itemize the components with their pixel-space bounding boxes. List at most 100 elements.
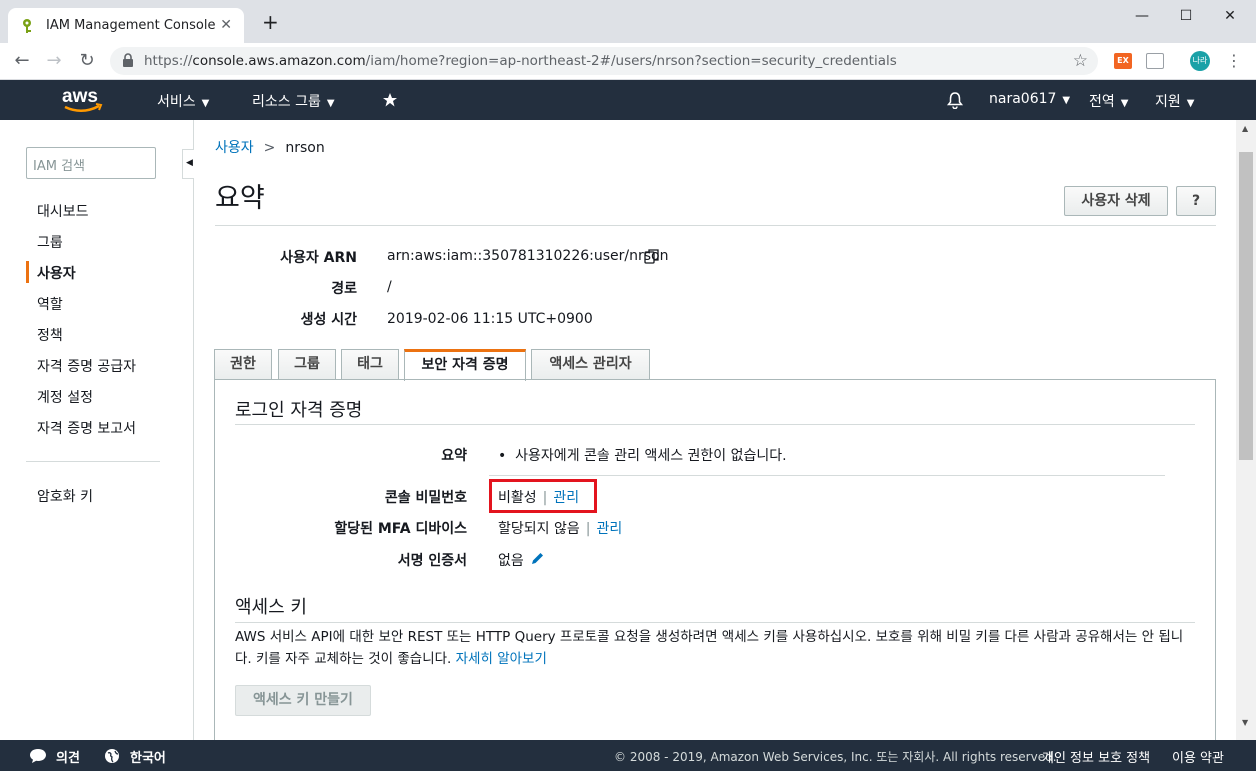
chevron-right-icon: > xyxy=(263,140,276,156)
sidebar-item-dashboard[interactable]: 대시보드 xyxy=(37,201,89,221)
tab-close-icon[interactable]: ✕ xyxy=(220,17,232,33)
tab-groups[interactable]: 그룹 xyxy=(278,349,336,380)
browser-tab[interactable]: IAM Management Console ✕ xyxy=(8,8,244,43)
page-title: 요약 xyxy=(215,183,265,214)
globe-icon xyxy=(105,749,119,763)
tab-access-advisor[interactable]: 액세스 관리자 xyxy=(531,349,650,380)
language-selector[interactable]: 한국어 xyxy=(130,747,166,766)
bookmark-star-icon[interactable]: ☆ xyxy=(1073,51,1088,71)
tab-permissions[interactable]: 권한 xyxy=(214,349,272,380)
sidebar-item-roles[interactable]: 역할 xyxy=(37,294,63,314)
sidebar-item-policies[interactable]: 정책 xyxy=(37,325,63,345)
new-tab-icon[interactable]: + xyxy=(262,12,279,32)
sidebar-item-account-settings[interactable]: 계정 설정 xyxy=(37,387,93,407)
aws-footer: 의견 한국어 © 2008 - 2019, Amazon Web Service… xyxy=(0,740,1256,771)
mfa-label: 할당된 MFA 디바이스 xyxy=(334,521,467,537)
learn-more-link[interactable]: 자세히 알아보기 xyxy=(456,651,547,667)
help-button[interactable]: ? xyxy=(1176,186,1216,216)
privacy-link[interactable]: 개인 정보 보호 정책 xyxy=(1042,747,1150,766)
region-menu[interactable]: 전역 ▼ xyxy=(1089,91,1128,111)
access-keys-heading: 액세스 키 xyxy=(235,597,307,618)
extension-card-icon[interactable] xyxy=(1146,53,1164,69)
minimize-icon[interactable]: — xyxy=(1132,6,1152,26)
url-text: https://console.aws.amazon.com/iam/home?… xyxy=(144,53,897,69)
main-content: 사용자 > nrson 요약 사용자 삭제 ? 사용자 ARN arn:aws:ia… xyxy=(195,120,1236,740)
delete-user-button[interactable]: 사용자 삭제 xyxy=(1064,186,1168,216)
back-icon[interactable]: ← xyxy=(12,51,32,71)
chevron-down-icon: ▼ xyxy=(201,98,210,109)
services-menu[interactable]: 서비스 ▼ xyxy=(157,91,209,111)
security-credentials-panel: 로그인 자격 증명 요약 • 사용자에게 콘솔 관리 액세스 권한이 없습니다.… xyxy=(214,379,1216,740)
iam-search-input[interactable]: IAM 검색 xyxy=(26,147,156,179)
path-label: 경로 xyxy=(331,281,357,297)
red-highlight-box xyxy=(489,479,597,513)
browser-tab-strip: IAM Management Console ✕ + — ☐ ✕ xyxy=(0,0,1256,43)
copy-icon[interactable] xyxy=(644,248,660,265)
scroll-up-icon[interactable]: ▲ xyxy=(1242,124,1248,133)
mfa-value: 할당되지 않음 | 관리 xyxy=(498,521,623,537)
feedback-link[interactable]: 의견 xyxy=(56,747,80,766)
aws-top-nav: aws 서비스 ▼ 리소스 그룹 ▼ nara0617 ▼ 전역 ▼ 지원 ▼ xyxy=(0,80,1256,120)
sidebar-item-groups[interactable]: 그룹 xyxy=(37,232,63,252)
forward-icon[interactable]: → xyxy=(44,51,64,71)
window-close-icon[interactable]: ✕ xyxy=(1220,6,1240,26)
sidebar-divider xyxy=(26,461,160,462)
maximize-icon[interactable]: ☐ xyxy=(1176,6,1196,26)
header-divider xyxy=(215,225,1216,226)
breadcrumb: 사용자 > nrson xyxy=(215,137,325,157)
aws-logo[interactable]: aws xyxy=(62,85,106,115)
created-value: 2019-02-06 11:15 UTC+0900 xyxy=(387,311,593,327)
lock-icon xyxy=(123,53,133,67)
address-bar-row: ← → ↻ https://console.aws.amazon.com/iam… xyxy=(0,43,1256,80)
chevron-down-icon: ▼ xyxy=(326,98,335,109)
scroll-down-icon[interactable]: ▼ xyxy=(1242,718,1248,727)
summary-label: 요약 xyxy=(441,448,467,464)
tab-security-credentials[interactable]: 보안 자격 증명 xyxy=(404,349,526,381)
path-value: / xyxy=(387,279,392,295)
summary-divider xyxy=(489,475,1165,476)
sidebar-collapse-button[interactable]: ◀ xyxy=(182,149,194,179)
scroll-thumb[interactable] xyxy=(1239,152,1253,460)
sidebar-item-identity-providers[interactable]: 자격 증명 공급자 xyxy=(37,356,136,376)
chevron-down-icon: ▼ xyxy=(1186,98,1195,109)
page-scrollbar[interactable]: ▲ ▼ xyxy=(1236,120,1256,740)
browser-menu-icon[interactable]: ⋮ xyxy=(1226,51,1242,71)
breadcrumb-users-link[interactable]: 사용자 xyxy=(215,140,254,156)
pin-icon[interactable] xyxy=(382,92,398,108)
signing-cert-value: 없음 xyxy=(498,553,524,569)
mfa-manage-link[interactable]: 관리 xyxy=(596,521,622,537)
access-keys-description: AWS 서비스 API에 대한 보안 REST 또는 HTTP Query 프로… xyxy=(235,629,1184,667)
arn-value: arn:aws:iam::350781310226:user/nrson xyxy=(387,248,669,264)
caret-left-icon: ◀ xyxy=(186,158,193,168)
reload-icon[interactable]: ↻ xyxy=(77,51,97,71)
summary-value: • 사용자에게 콘솔 관리 액세스 권한이 없습니다. xyxy=(498,448,787,464)
support-menu[interactable]: 지원 ▼ xyxy=(1155,91,1194,111)
chevron-down-icon: ▼ xyxy=(1120,98,1129,109)
edit-pencil-icon[interactable] xyxy=(530,551,545,566)
svg-text:aws: aws xyxy=(62,86,98,107)
account-menu[interactable]: nara0617 ▼ xyxy=(989,91,1070,107)
sidebar-item-credential-report[interactable]: 자격 증명 보고서 xyxy=(37,418,136,438)
profile-avatar[interactable]: 나라 xyxy=(1190,51,1210,71)
created-label: 생성 시간 xyxy=(300,312,357,328)
iam-key-icon xyxy=(23,18,31,33)
arn-label: 사용자 ARN xyxy=(280,250,357,266)
copyright-text: © 2008 - 2019, Amazon Web Services, Inc.… xyxy=(614,750,1057,764)
iam-sidebar: IAM 검색 대시보드 그룹 사용자 역할 정책 자격 증명 공급자 계정 설정… xyxy=(0,120,194,740)
url-input[interactable]: https://console.aws.amazon.com/iam/home?… xyxy=(110,47,1098,75)
bell-icon[interactable] xyxy=(946,91,964,109)
resource-groups-menu[interactable]: 리소스 그룹 ▼ xyxy=(252,91,335,111)
console-password-label: 콘솔 비밀번호 xyxy=(384,490,467,506)
breadcrumb-current: nrson xyxy=(285,140,325,156)
tab-tags[interactable]: 태그 xyxy=(341,349,399,380)
section-divider xyxy=(235,622,1195,623)
sidebar-item-encryption-keys[interactable]: 암호화 키 xyxy=(37,486,93,506)
extension-ex-icon[interactable]: EX xyxy=(1114,53,1132,69)
create-access-key-button[interactable]: 액세스 키 만들기 xyxy=(235,685,371,716)
section-divider xyxy=(235,424,1195,425)
terms-link[interactable]: 이용 약관 xyxy=(1172,747,1224,766)
sidebar-item-users[interactable]: 사용자 xyxy=(37,263,76,283)
login-credentials-heading: 로그인 자격 증명 xyxy=(235,400,363,421)
speech-bubble-icon xyxy=(30,749,46,763)
chevron-down-icon: ▼ xyxy=(1062,95,1071,106)
